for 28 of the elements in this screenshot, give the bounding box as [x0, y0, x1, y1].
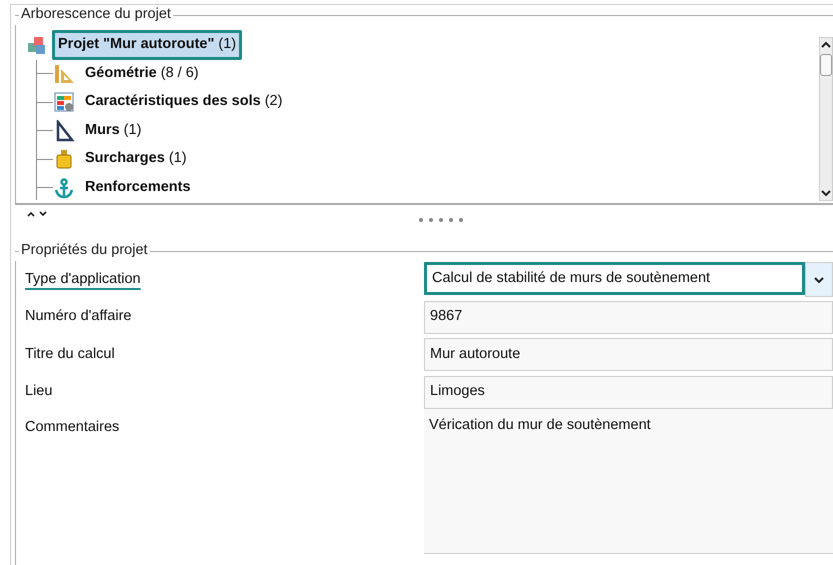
scroll-thumb[interactable]: [820, 54, 832, 76]
input-field[interactable]: Limoges: [424, 376, 833, 409]
tree-item[interactable]: Renforcements: [79, 172, 197, 203]
expand-down-icon[interactable]: [39, 211, 47, 217]
anchor-icon: [53, 176, 75, 199]
input-field[interactable]: Mur autoroute: [424, 338, 833, 372]
tree-item[interactable]: Murs (1): [79, 116, 148, 146]
collapse-up-icon[interactable]: [27, 211, 35, 217]
field-label: Titre du calcul: [24, 344, 116, 364]
tree-item[interactable]: Caractéristiques des sols (2): [79, 87, 288, 118]
field-label: Commentaires: [24, 418, 120, 437]
input-field[interactable]: 9867: [424, 300, 833, 334]
tree-item[interactable]: Projet "Mur autoroute" (1): [52, 30, 242, 60]
field-label: Lieu: [24, 382, 54, 402]
scrollbar[interactable]: [819, 37, 833, 201]
tree-item[interactable]: Géométrie (8 / 6): [79, 58, 205, 89]
cubes-icon: [26, 34, 48, 56]
splitter-grip-icon[interactable]: [418, 217, 466, 223]
ruler-square-icon: [53, 62, 75, 85]
tree-item[interactable]: Surcharges (1): [79, 144, 193, 174]
field-label: Numéro d'affaire: [24, 307, 132, 326]
group-title: Arborescence du projet: [20, 5, 172, 24]
dropdown-button[interactable]: [805, 262, 833, 298]
comment-field[interactable]: Vérication du mur de soutènement: [424, 409, 833, 554]
group-title: Propriétés du projet: [20, 241, 149, 260]
chevron-down-icon: [813, 276, 825, 284]
dropdown-field[interactable]: Calcul de stabilité de murs de soutènement: [424, 262, 805, 296]
field-label: Type d'application: [24, 270, 142, 289]
